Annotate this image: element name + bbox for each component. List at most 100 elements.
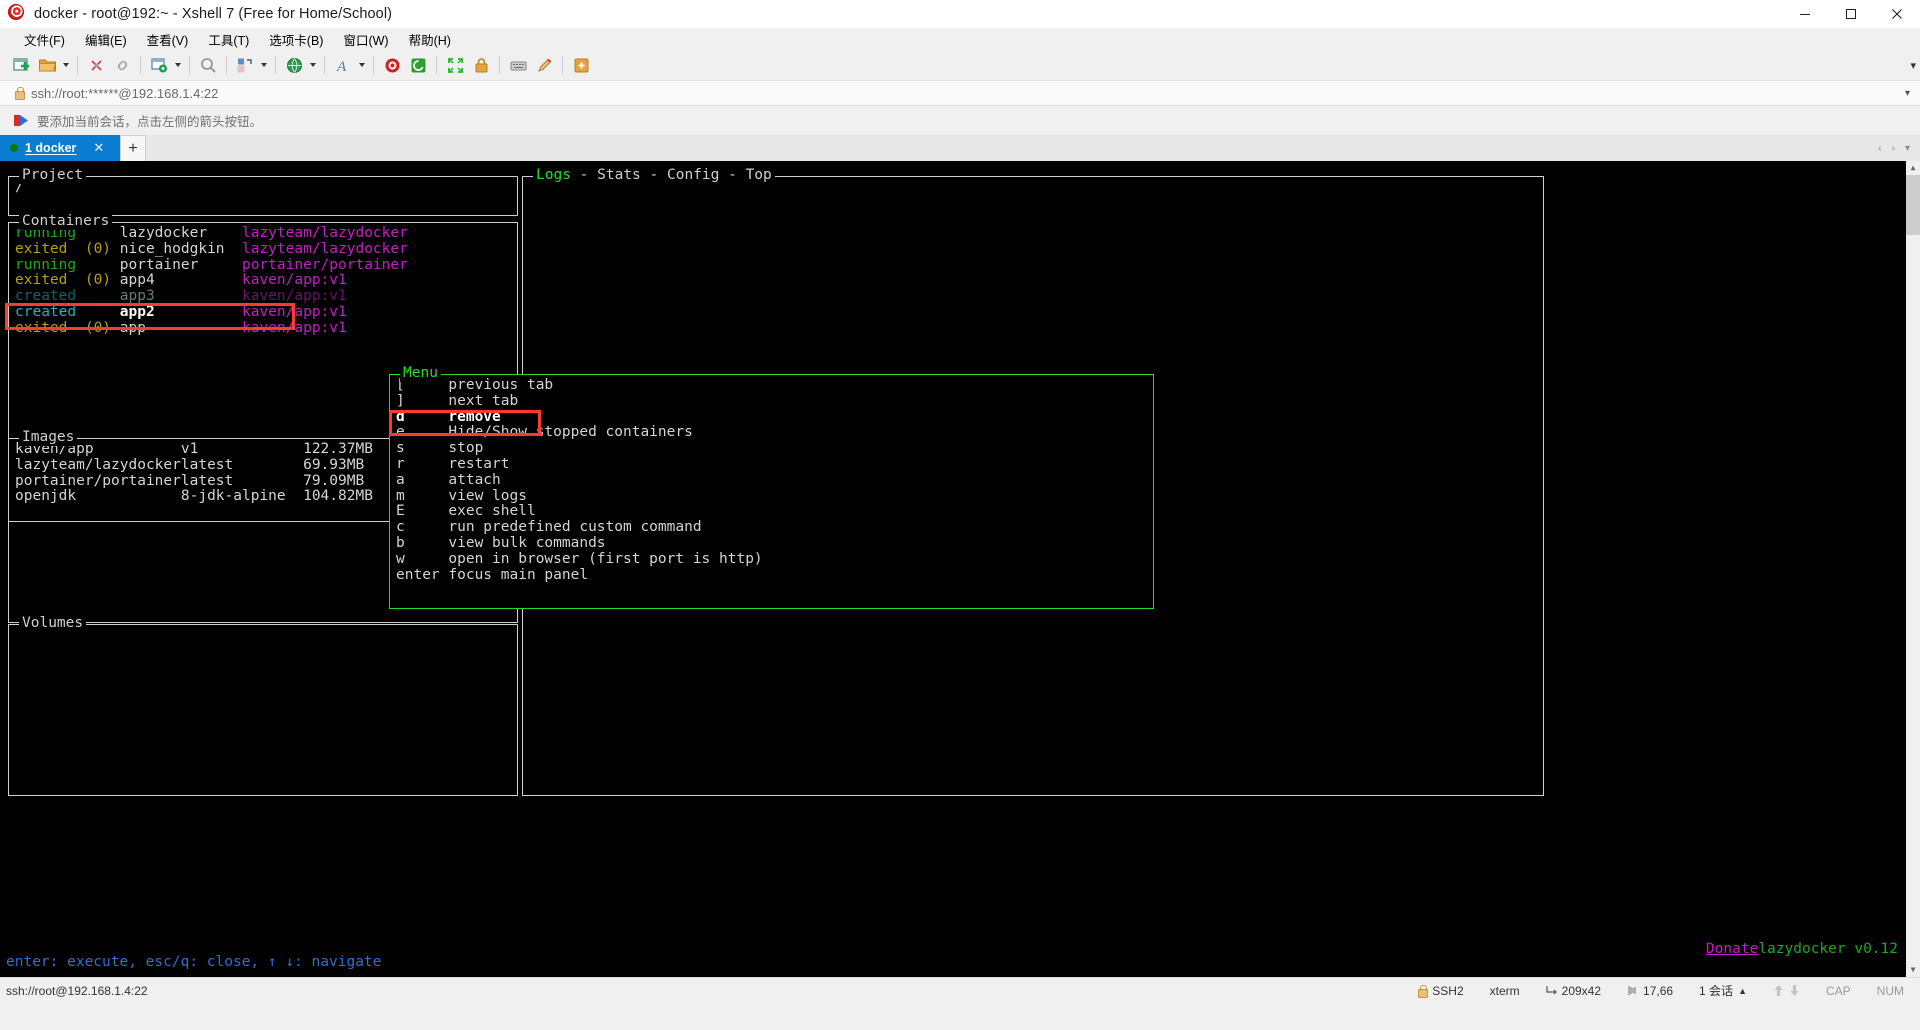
globe-icon[interactable] [281,53,307,77]
menu-window[interactable]: 窗口(W) [333,28,398,51]
container-image: kaven/app:v1 [241,272,347,289]
toolbar-overflow-button[interactable]: ▾ [1910,50,1916,80]
tab-menu-icon[interactable]: ▾ [1905,143,1910,154]
open-folder-icon[interactable] [34,53,60,77]
fullscreen-icon[interactable] [442,53,468,77]
lock-icon[interactable] [468,53,494,77]
disconnect-icon[interactable] [83,53,109,77]
xftp-icon[interactable] [405,53,431,77]
add-note-icon[interactable] [568,53,594,77]
toolbar: A ▾ [0,50,1920,80]
font-dropdown[interactable] [356,53,368,77]
tab-config[interactable]: Config [667,167,719,183]
chevron-up-icon[interactable]: ▲ [1738,986,1747,996]
new-session-icon[interactable] [8,53,34,77]
address-dropdown-icon[interactable]: ▾ [1905,88,1910,99]
menu-tabs[interactable]: 选项卡(B) [259,28,333,51]
container-row[interactable]: created app2 kaven/app:v1 [15,304,511,321]
image-repository: openjdk [15,488,181,505]
address-bar[interactable]: ssh://root:******@192.168.1.4:22 ▾ [0,80,1920,106]
scrollbar-thumb[interactable] [1906,175,1920,235]
menu-item[interactable]: m view logs [396,488,1147,505]
layout-icon[interactable] [232,53,258,77]
menu-item[interactable]: enter focus main panel [396,567,1147,584]
address-value: ssh://root:******@192.168.1.4:22 [31,85,219,101]
menu-item-key: r [396,455,449,472]
menu-item[interactable]: b view bulk commands [396,534,1147,552]
menu-item-label: view bulk commands [448,534,606,551]
menu-edit[interactable]: 编辑(E) [75,28,137,51]
link-icon[interactable] [109,53,135,77]
menu-tools[interactable]: 工具(T) [198,28,259,51]
menu-item[interactable]: a attach [396,471,1147,489]
layout-dropdown[interactable] [258,53,270,77]
volumes-panel[interactable]: Volumes [8,615,518,796]
container-row[interactable]: running portainer portainer/portainer [15,256,511,274]
menu-item[interactable]: e Hide/Show stopped containers [396,425,1147,441]
font-icon[interactable]: A [330,53,356,77]
session-properties-dropdown[interactable] [172,53,184,77]
menu-item[interactable]: E exec shell [396,504,1147,520]
keyboard-icon[interactable] [505,53,531,77]
containers-panel-title: Containers [19,213,113,230]
main-panel-tabs[interactable]: Logs - Stats - Config - Top [533,167,775,184]
menu-item-key: s [396,440,449,457]
menu-item[interactable]: c run predefined custom command [396,519,1147,536]
menu-view[interactable]: 查看(V) [137,28,199,51]
tab-stats[interactable]: Stats [597,167,641,183]
container-row[interactable]: exited (0) app kaven/app:v1 [15,319,511,337]
menu-item[interactable]: [ previous tab [396,377,1147,394]
xshell-spiral-icon [8,3,28,24]
compose-icon[interactable] [531,53,557,77]
container-image: kaven/app:v1 [241,319,347,336]
containers-list[interactable]: running lazydocker lazyteam/lazydocker ex… [9,223,517,337]
find-icon[interactable] [195,53,221,77]
new-tab-button[interactable]: + [120,135,146,161]
status-sessions[interactable]: 1 会话 ▲ [1699,982,1747,999]
terminal-screen[interactable]: Project / Containers running lazydocker … [0,161,1920,977]
globe-dropdown[interactable] [307,53,319,77]
container-row[interactable]: exited (0) nice_hodgkin lazyteam/lazydoc… [15,241,511,258]
project-panel[interactable]: Project / [8,167,518,216]
tab-close-icon[interactable]: ✕ [93,140,104,156]
maximize-button[interactable] [1828,0,1874,28]
menu-item-key: c [396,519,449,536]
session-properties-icon[interactable] [146,53,172,77]
scroll-up-icon[interactable]: ▲ [1906,161,1920,175]
menu-item-label: Hide/Show stopped containers [448,424,693,441]
xshell-icon[interactable] [379,53,405,77]
tab-next-icon[interactable]: › [1892,143,1895,154]
status-size: 209x42 [1546,984,1601,998]
menu-item-key: a [396,471,449,488]
tab-logs[interactable]: Logs [536,167,571,183]
status-size-label: 209x42 [1561,983,1602,998]
tab-top[interactable]: Top [746,167,772,183]
open-folder-dropdown[interactable] [60,53,72,77]
tab-prev-icon[interactable]: ‹ [1878,143,1881,154]
scroll-down-icon[interactable]: ▼ [1906,963,1920,977]
menu-help[interactable]: 帮助(H) [399,28,461,51]
donate-link[interactable]: Donate [1706,941,1758,957]
tab-docker[interactable]: 1 docker ✕ [0,135,120,161]
container-row[interactable]: exited (0) app4 kaven/app:v1 [15,273,511,289]
menu-file[interactable]: 文件(F) [14,28,75,51]
status-cursor-label: 17,66 [1643,983,1674,998]
status-security: SSH2 [1417,984,1464,998]
menu-item[interactable]: s stop [396,440,1147,457]
menu-item-list[interactable]: [ previous tab] next tab d remove e Hide/S… [390,375,1153,583]
status-connection: ssh://root@192.168.1.4:22 [6,983,148,998]
menu-item[interactable]: w open in browser (first port is http) [396,551,1147,568]
menu-item-label: run predefined custom command [448,519,702,536]
menu-item[interactable]: ] next tab [396,393,1147,410]
close-button[interactable] [1874,0,1920,28]
image-tag: latest [180,472,304,489]
minimize-button[interactable] [1782,0,1828,28]
container-row[interactable]: created app3 kaven/app:v1 [15,288,511,305]
container-image: portainer/portainer [241,256,408,273]
menu-popup[interactable]: Menu [ previous tab] next tab d remove e H… [389,365,1154,609]
menu-item[interactable]: r restart [396,455,1147,473]
terminal-scrollbar[interactable]: ▲ ▼ [1906,161,1920,977]
menu-item[interactable]: d remove [396,409,1147,426]
status-num-lock: NUM [1876,983,1904,998]
window-title: docker - root@192:~ - Xshell 7 (Free for… [34,5,393,22]
